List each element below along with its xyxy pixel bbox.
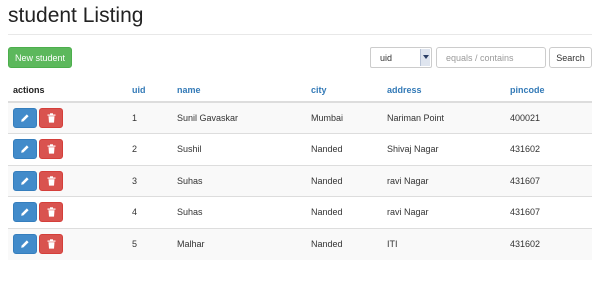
cell-name: Sushil [177, 133, 311, 165]
delete-button[interactable] [39, 108, 63, 128]
cell-address: ITI [387, 227, 510, 260]
cell-name: Sunil Gavaskar [177, 101, 311, 134]
pencil-icon [20, 176, 30, 186]
pencil-icon [20, 239, 30, 249]
table-row: 2 Sushil Nanded Shivaj Nagar 431602 [8, 133, 592, 165]
table-body: 1 Sunil Gavaskar Mumbai Nariman Point 400021… [8, 101, 592, 260]
trash-icon [47, 144, 56, 154]
cell-address: ravi Nagar [387, 164, 510, 197]
cell-uid: 2 [132, 133, 177, 165]
filter-input[interactable] [436, 47, 546, 68]
header-city-link[interactable]: city [311, 79, 387, 103]
table-header-row: actions uid name city address pincode [8, 79, 592, 103]
trash-icon [47, 176, 56, 186]
table-row: 4 Suhas Nanded ravi Nagar 431607 [8, 196, 592, 228]
header-uid-link[interactable]: uid [132, 79, 177, 103]
edit-button[interactable] [13, 108, 37, 128]
trash-icon [47, 239, 56, 249]
header-actions: actions [8, 79, 132, 103]
row-actions [8, 227, 132, 260]
cell-pincode: 431602 [510, 133, 592, 165]
cell-name: Suhas [177, 164, 311, 197]
cell-city: Nanded [311, 164, 387, 197]
pencil-icon [20, 144, 30, 154]
student-listing-page: student Listing New student uid Search a… [0, 0, 600, 281]
header-address-link[interactable]: address [387, 79, 510, 103]
delete-button[interactable] [39, 202, 63, 223]
cell-pincode: 431607 [510, 196, 592, 228]
chevron-down-icon[interactable] [420, 49, 430, 66]
field-select-value: uid [380, 53, 393, 63]
delete-button[interactable] [39, 170, 63, 191]
cell-address: Nariman Point [387, 101, 510, 134]
title-divider [8, 34, 592, 35]
cell-city: Mumbai [311, 101, 387, 134]
row-actions [8, 133, 132, 165]
table-row: 3 Suhas Nanded ravi Nagar 431607 [8, 164, 592, 197]
delete-button[interactable] [39, 139, 63, 160]
header-name-link[interactable]: name [177, 79, 311, 103]
header-pincode-link[interactable]: pincode [510, 79, 592, 103]
field-select[interactable]: uid [370, 47, 432, 68]
row-actions [8, 101, 132, 134]
cell-city: Nanded [311, 133, 387, 165]
cell-pincode: 400021 [510, 101, 592, 134]
cell-address: ravi Nagar [387, 196, 510, 228]
edit-button[interactable] [13, 139, 37, 160]
cell-city: Nanded [311, 196, 387, 228]
pencil-icon [20, 113, 30, 123]
cell-pincode: 431602 [510, 227, 592, 260]
pencil-icon [20, 207, 30, 217]
cell-uid: 5 [132, 227, 177, 260]
cell-name: Malhar [177, 227, 311, 260]
search-button[interactable]: Search [549, 47, 592, 68]
student-table: actions uid name city address pincode 1S… [8, 79, 592, 260]
cell-uid: 3 [132, 164, 177, 197]
edit-button[interactable] [13, 202, 37, 223]
cell-uid: 1 [132, 101, 177, 134]
trash-icon [47, 207, 56, 217]
page-title: student Listing [8, 4, 144, 27]
cell-city: Nanded [311, 227, 387, 260]
trash-icon [47, 113, 56, 123]
cell-name: Suhas [177, 196, 311, 228]
new-student-button[interactable]: New student [8, 47, 72, 68]
row-actions [8, 164, 132, 197]
table-row: 1 Sunil Gavaskar Mumbai Nariman Point 400021 [8, 101, 592, 134]
row-actions [8, 196, 132, 228]
cell-address: Shivaj Nagar [387, 133, 510, 165]
cell-pincode: 431607 [510, 164, 592, 197]
edit-button[interactable] [13, 170, 37, 191]
cell-uid: 4 [132, 196, 177, 228]
table-row: 5 Malhar Nanded ITI 431602 [8, 227, 592, 260]
edit-button[interactable] [13, 234, 37, 254]
delete-button[interactable] [39, 234, 63, 254]
